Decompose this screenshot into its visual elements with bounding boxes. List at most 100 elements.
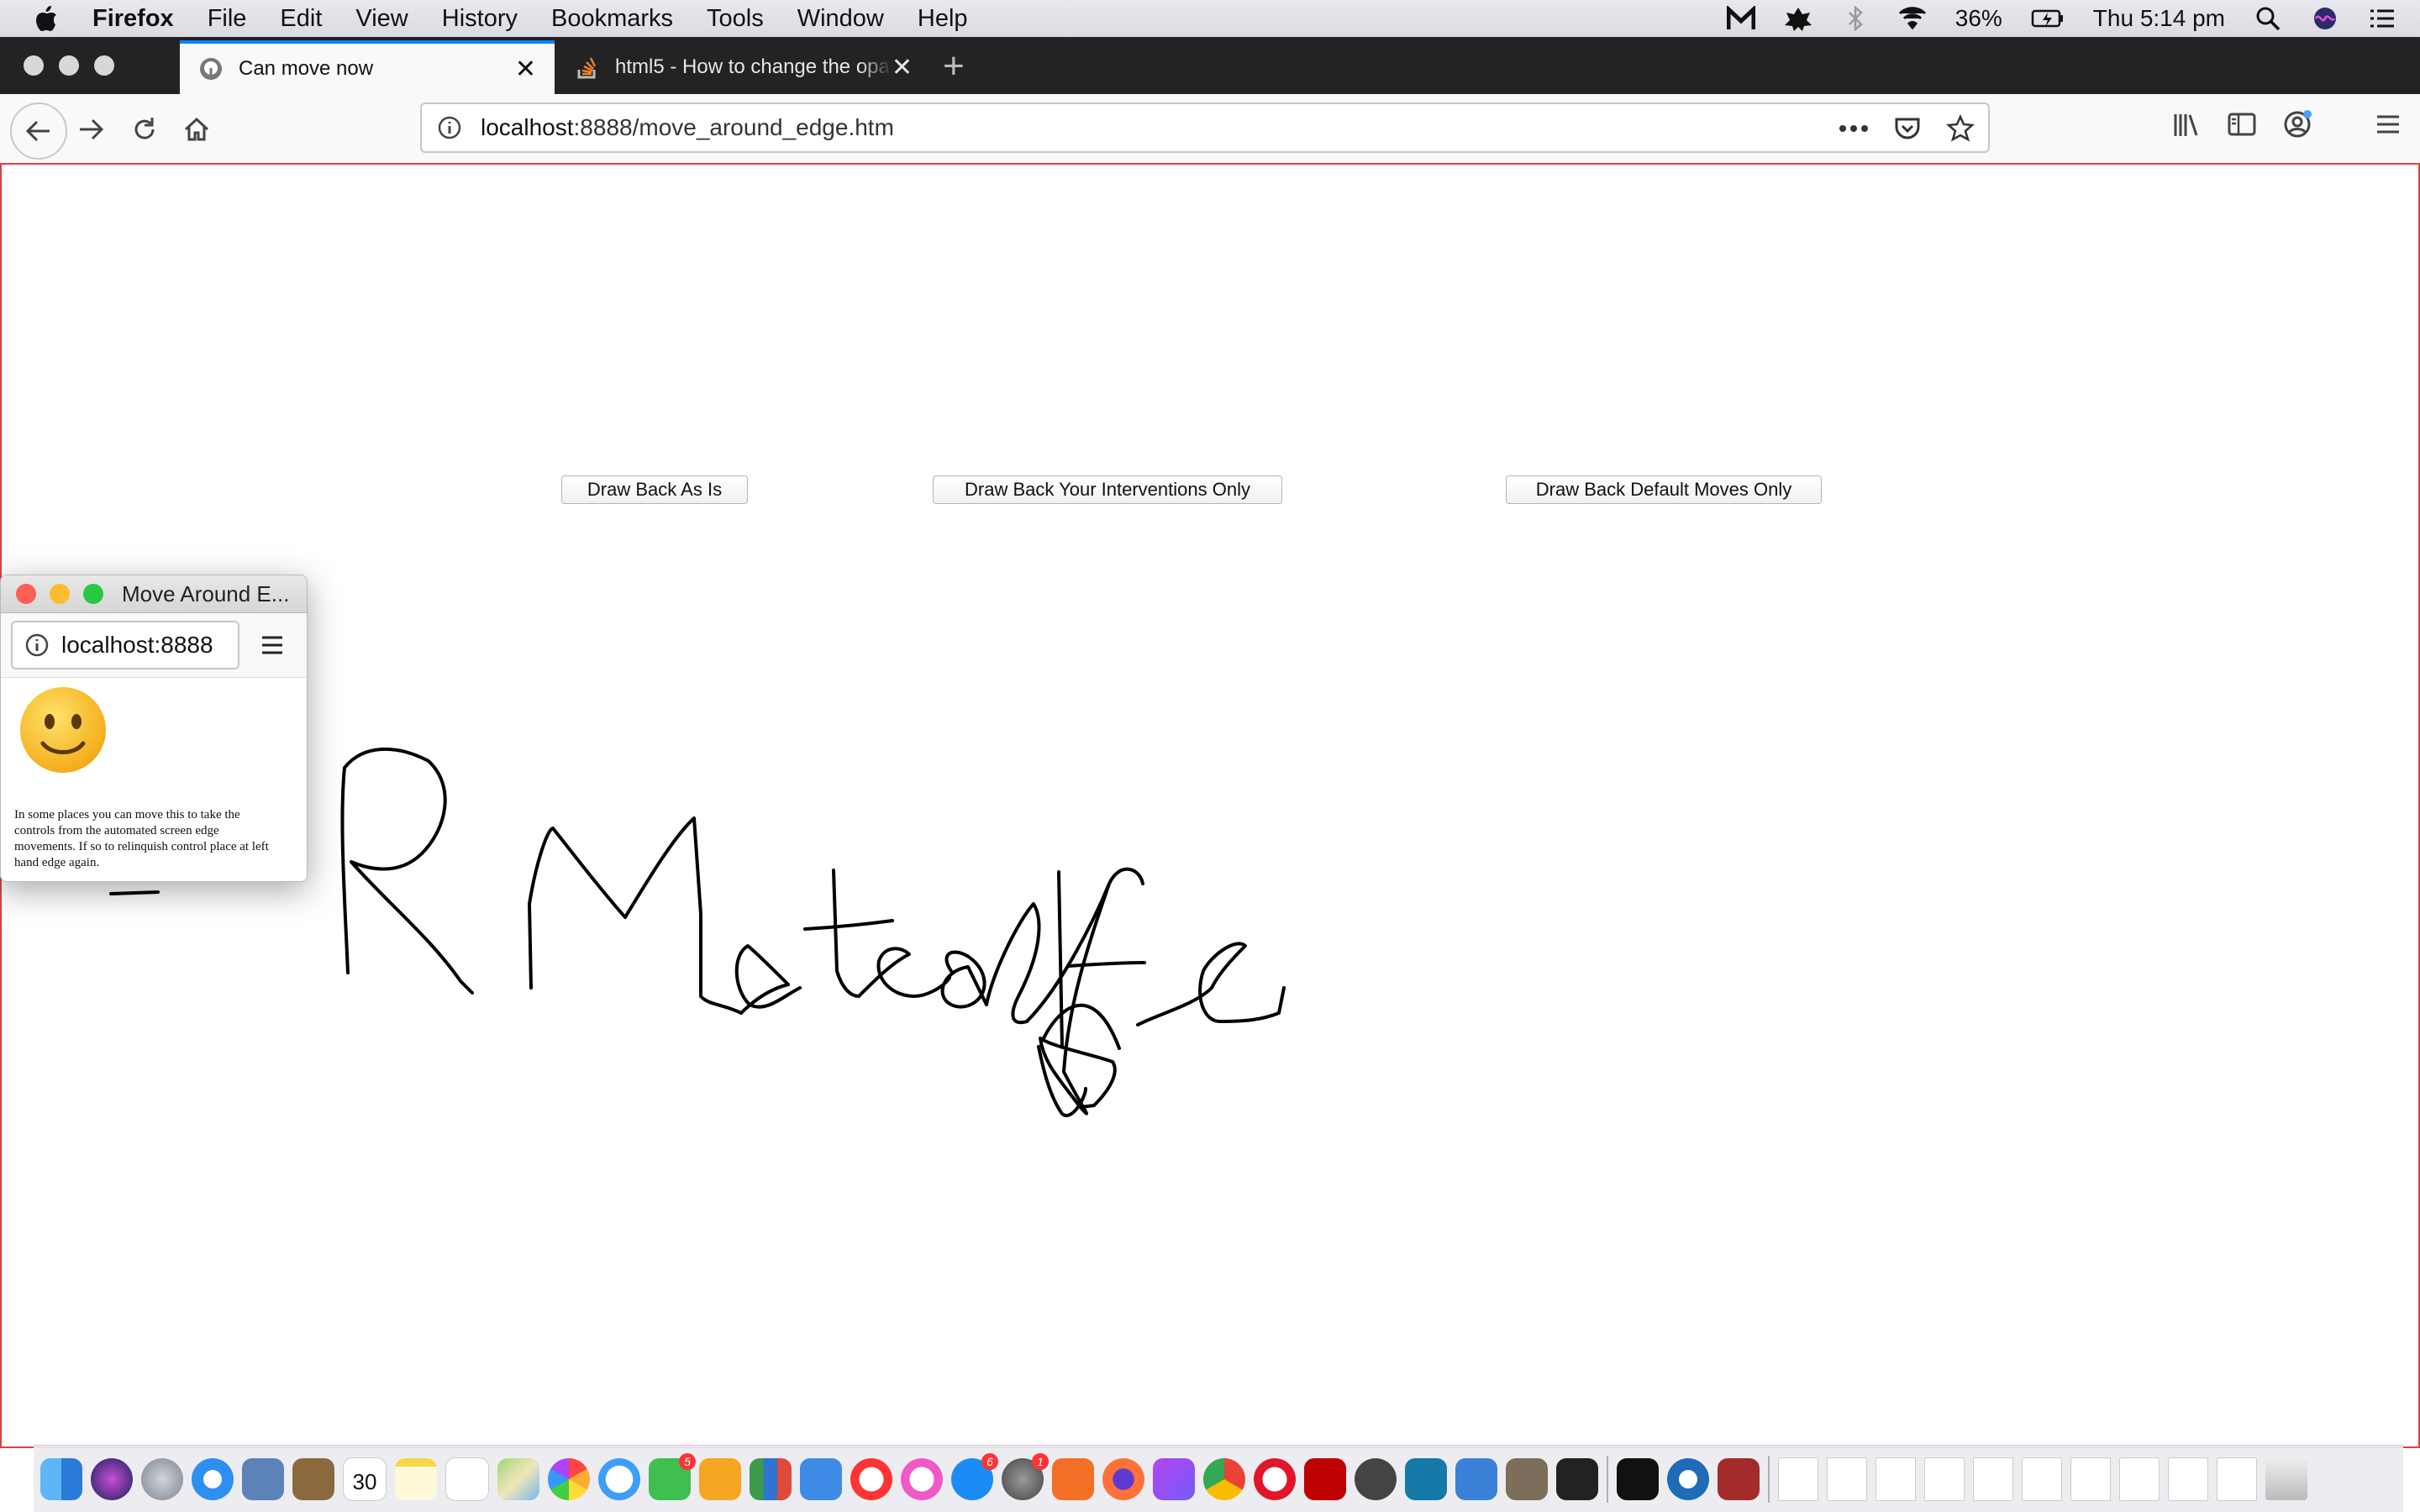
site-info-icon[interactable] [437,115,462,140]
zoom-window-button[interactable] [94,55,114,76]
document-thumbnail-icon[interactable] [1778,1457,1818,1501]
document-thumbnail-icon[interactable] [1973,1457,2013,1501]
forward-button[interactable] [67,106,114,153]
document-thumbnail-icon[interactable] [2070,1457,2111,1501]
siri-icon[interactable] [91,1457,133,1500]
page-actions-icon[interactable] [1839,124,1869,133]
bluetooth-icon[interactable] [1841,6,1870,31]
system-preferences-icon[interactable]: 1 [1002,1452,1049,1500]
document-thumbnail-icon[interactable] [1876,1457,1916,1501]
firefox-icon[interactable] [1102,1457,1144,1500]
popup-minimize-button[interactable] [50,584,70,604]
document-thumbnail-icon[interactable] [2168,1457,2208,1501]
menu-help[interactable]: Help [918,5,968,33]
opera-icon[interactable] [1254,1457,1296,1500]
quicktime-icon[interactable] [1667,1457,1709,1500]
forward-arrow-icon [80,118,104,140]
siri-icon[interactable] [2311,6,2339,31]
popup-zoom-button[interactable] [83,584,103,604]
numbers-icon[interactable] [750,1457,792,1500]
document-thumbnail-icon[interactable] [2022,1457,2062,1501]
wireshark-icon[interactable] [1405,1457,1447,1500]
xcode-icon[interactable] [1455,1457,1497,1500]
menubar-clock[interactable]: Thu 5:14 pm [2093,5,2225,32]
mamp-icon[interactable] [1355,1457,1397,1500]
reminders-icon[interactable] [445,1457,489,1501]
list-icon[interactable] [2368,6,2396,31]
smiley-face-icon[interactable] [18,685,108,775]
move-around-edge-popup[interactable]: Move Around E... localhost:8888 In some … [0,575,308,882]
pocket-icon[interactable] [1894,115,1921,142]
launchpad-icon[interactable] [141,1457,183,1500]
notes-icon[interactable] [395,1457,437,1500]
maps-icon[interactable] [497,1457,539,1500]
terminal-icon[interactable] [1556,1457,1598,1500]
account-icon[interactable] [2282,109,2312,139]
menu-app-firefox[interactable]: Firefox [92,5,174,33]
avast-icon[interactable] [1052,1457,1094,1500]
apple-icon[interactable] [34,4,59,33]
document-thumbnail-icon[interactable] [2119,1457,2160,1501]
safari-icon[interactable] [192,1457,234,1500]
minimize-window-button[interactable] [59,55,79,76]
tab-stackoverflow[interactable]: html5 - How to change the opa ✕ [556,40,931,94]
document-thumbnail-icon[interactable] [2217,1457,2257,1501]
url-bar[interactable]: localhost:8888/move_around_edge.htm [420,102,1990,153]
popup-menu-icon[interactable] [260,633,285,658]
sidebar-icon[interactable] [2227,109,2257,139]
close-window-button[interactable] [24,55,44,76]
gimp-icon[interactable] [1506,1457,1548,1500]
popup-close-button[interactable] [16,584,36,604]
dictionary-icon[interactable] [1718,1457,1760,1500]
hamburger-menu-icon[interactable] [2373,109,2403,139]
pages-icon[interactable] [699,1457,741,1500]
app-store-icon[interactable]: 6 [951,1452,998,1500]
close-tab-icon[interactable]: ✕ [892,53,913,82]
home-icon [184,117,209,141]
notebook-icon[interactable] [292,1457,334,1500]
app-icon[interactable] [1784,6,1812,31]
reload-button[interactable] [121,106,168,153]
console-icon[interactable] [1617,1457,1659,1500]
battery-icon[interactable] [2031,6,2065,31]
photos-icon[interactable] [548,1457,590,1500]
phpstorm-icon[interactable] [1153,1457,1195,1500]
chrome-icon[interactable] [1203,1457,1245,1500]
home-button[interactable] [173,106,220,153]
search-icon[interactable] [2254,6,2282,31]
document-thumbnail-icon[interactable] [1827,1457,1867,1501]
finder-icon[interactable] [40,1457,82,1500]
messages-icon[interactable] [598,1457,640,1500]
menu-view[interactable]: View [355,5,408,33]
site-info-icon[interactable] [24,633,50,658]
menu-window[interactable]: Window [797,5,884,33]
freehand-drawing-canvas[interactable] [2,165,2418,1446]
back-button[interactable] [10,102,67,160]
itunes-icon[interactable] [901,1457,943,1500]
close-tab-icon[interactable]: ✕ [515,55,536,84]
news-icon[interactable] [850,1457,892,1500]
keynote-icon[interactable] [800,1457,842,1500]
new-tab-button[interactable]: + [943,45,965,87]
popup-url-field[interactable]: localhost:8888 [11,621,239,669]
facetime-icon[interactable]: 5 [649,1452,696,1500]
filezilla-icon[interactable] [1304,1457,1346,1500]
menu-tools[interactable]: Tools [707,5,764,33]
document-thumbnail-icon[interactable] [1924,1457,1965,1501]
reload-icon [134,118,155,139]
malwarebytes-icon[interactable] [1726,6,1755,31]
menu-bookmarks[interactable]: Bookmarks [551,5,673,33]
wifi-icon[interactable] [1898,6,1927,31]
menu-history[interactable]: History [442,5,518,33]
menu-file[interactable]: File [208,5,247,33]
trash-icon[interactable] [2265,1457,2307,1500]
menu-edit[interactable]: Edit [280,5,322,33]
tab-can-move-now[interactable]: Can move now ✕ [180,40,555,94]
bookmark-star-icon[interactable] [1946,114,1975,143]
photo-viewer-icon[interactable] [242,1457,284,1500]
popup-titlebar[interactable]: Move Around E... [1,575,307,613]
nav-bar: localhost:8888/move_around_edge.htm [0,94,2420,164]
library-icon[interactable] [2171,109,2202,139]
window-controls [24,55,114,76]
calendar-icon[interactable]: 30 [343,1457,387,1501]
